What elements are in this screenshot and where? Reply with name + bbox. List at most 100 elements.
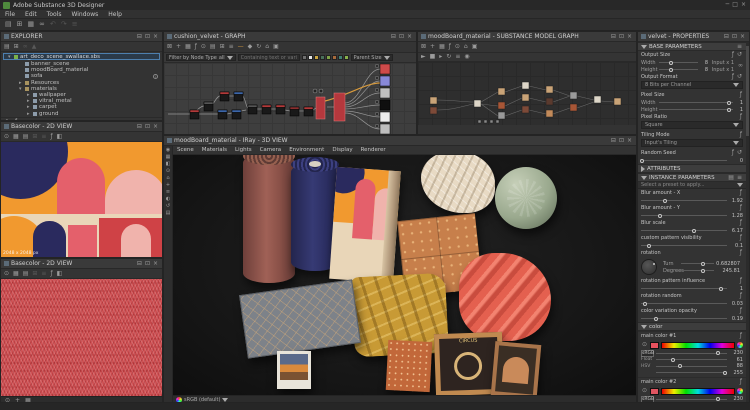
close-icon[interactable]: × (406, 34, 413, 40)
preset-icon[interactable]: ▤ (727, 175, 735, 181)
focus-home-icon[interactable]: ⌂ (264, 44, 270, 50)
function-icon[interactable]: ƒ (49, 134, 53, 140)
ground-icon[interactable]: ⌂ (165, 176, 170, 181)
dock-icon[interactable]: ⊟ (723, 34, 730, 40)
align-icon[interactable]: ≡ (228, 44, 235, 50)
publish-icon[interactable]: ▲ (31, 44, 38, 50)
dock-icon[interactable]: ⊟ (390, 34, 397, 40)
function-icon[interactable]: ƒ (739, 293, 743, 299)
position-icon[interactable]: + (14, 398, 21, 403)
close-icon[interactable]: × (739, 34, 746, 40)
node-color-filter-swatch[interactable] (332, 55, 337, 60)
refresh-icon[interactable]: ↻ (255, 44, 262, 50)
rotation-degrees-slider[interactable]: Degrees 245.81 (660, 267, 743, 274)
parameter-slider[interactable]: 0.19 (638, 315, 746, 322)
function-icon[interactable]: ƒ (739, 205, 743, 211)
parameter-slider[interactable]: 6.17 (638, 227, 746, 234)
float-icon[interactable]: ⊡ (144, 261, 151, 267)
function-icon[interactable]: ƒ (739, 220, 743, 226)
dock-icon[interactable]: ⊟ (136, 124, 143, 130)
model-graph-canvas[interactable] (418, 62, 636, 125)
function-icon[interactable]: ƒ (739, 190, 743, 196)
3d-view-menu-item[interactable]: Display (328, 147, 356, 153)
function-icon[interactable]: ƒ (739, 114, 743, 120)
camera-icon[interactable]: ◉ (165, 148, 171, 153)
color-wheel-icon[interactable] (737, 388, 743, 394)
close-icon[interactable]: × (152, 124, 159, 130)
select-tool-icon[interactable]: ⊠ (166, 44, 173, 50)
function-icon[interactable]: ƒ (731, 74, 735, 80)
3d-view-menu-item[interactable]: Materials (198, 147, 231, 153)
menu-item[interactable]: Tools (42, 11, 67, 18)
histogram-icon[interactable]: ≡ (40, 271, 47, 277)
open-file-icon[interactable]: ⊞ (16, 21, 24, 28)
search-icon[interactable]: ⊙ (200, 44, 207, 50)
pixel-height-slider[interactable]: Height 1 (638, 106, 746, 113)
snap-grid-icon[interactable]: ⊞ (219, 44, 226, 50)
compact-mode-icon[interactable]: ◆ (247, 44, 254, 50)
3d-view-menu-item[interactable]: Renderer (357, 147, 390, 153)
light-icon[interactable]: ⊙ (165, 169, 171, 174)
function-icon[interactable]: ƒ (731, 150, 735, 156)
redo-icon[interactable]: ↷ (60, 21, 68, 28)
function-icon[interactable]: ƒ (739, 308, 743, 314)
reset-view-icon[interactable]: ↺ (165, 204, 171, 209)
library-icon[interactable]: ▤ (209, 44, 217, 50)
display-settings-icon[interactable]: ≡ (165, 190, 171, 195)
hue-bar[interactable] (661, 342, 735, 349)
zoom-fit-icon[interactable]: ⊙ (3, 134, 10, 140)
node-color-filter-swatch[interactable] (320, 55, 325, 60)
node-color-filter-swatch[interactable] (338, 55, 343, 60)
zoom-fit-icon[interactable]: ⊙ (3, 271, 10, 277)
hue-bar[interactable] (661, 388, 735, 395)
2d-view-canvas-knit[interactable] (1, 279, 162, 396)
graph-search-input[interactable] (238, 54, 300, 61)
frame-icon[interactable]: ▦ (184, 44, 192, 50)
function-icon[interactable]: ƒ (739, 333, 743, 339)
play-icon[interactable]: ► (420, 54, 427, 60)
tiling-mode-dropdown[interactable]: Input's Tiling (641, 139, 743, 147)
focus-home-icon[interactable]: ⌂ (463, 44, 469, 50)
preset-dropdown[interactable]: Select a preset to apply... (638, 182, 746, 189)
float-icon[interactable]: ⊡ (618, 34, 625, 40)
output-height-slider[interactable]: Height 8 Input x 1 (638, 66, 737, 73)
function-icon[interactable]: ƒ (448, 44, 452, 50)
rotation-dial[interactable] (641, 259, 657, 275)
float-icon[interactable]: ⊡ (144, 34, 151, 40)
output-width-slider[interactable]: Width 8 Input x 1 (638, 59, 737, 66)
color-swatch[interactable] (650, 388, 659, 395)
function-icon[interactable]: ƒ (739, 250, 743, 256)
search-icon[interactable]: ⊙ (454, 44, 461, 50)
link-wh-icon[interactable]: ∞ (737, 63, 744, 69)
new-file-icon[interactable]: ▤ (4, 21, 13, 28)
background-icon[interactable]: ◧ (56, 271, 64, 277)
preferences-icon[interactable]: ≡ (71, 21, 79, 28)
list-icon[interactable]: ≡ (736, 175, 743, 181)
3d-view-menu-item[interactable]: Environment (285, 147, 328, 153)
maximize-icon[interactable]: □ (731, 2, 739, 8)
reset-icon[interactable]: ↺ (736, 150, 743, 156)
float-icon[interactable]: ⊡ (144, 124, 151, 130)
close-icon[interactable]: × (152, 261, 159, 267)
close-icon[interactable]: × (626, 138, 633, 144)
3d-view-menu-item[interactable]: Camera (256, 147, 286, 153)
new-package-icon[interactable]: ▤ (3, 44, 11, 50)
close-icon[interactable]: × (152, 34, 159, 40)
layers-icon[interactable]: ≡ (454, 54, 461, 60)
rotation-turn-slider[interactable]: Turn 0.682807 (660, 260, 743, 267)
menu-item[interactable]: Edit (20, 11, 42, 18)
parameter-slider[interactable]: 0.1 (638, 242, 746, 249)
color-picker-icon[interactable]: ⊙ (641, 388, 648, 394)
3d-view-menu-item[interactable]: Lights (231, 147, 256, 153)
color-swatch[interactable] (650, 342, 659, 349)
undo-icon[interactable]: ↶ (49, 21, 57, 28)
step-icon[interactable]: ▸ (438, 54, 443, 60)
image-icon[interactable]: ▦ (12, 134, 20, 140)
node-color-filter-swatch[interactable] (308, 55, 313, 60)
attributes-section[interactable]: ATTRIBUTES (638, 164, 746, 173)
background-icon[interactable]: ◧ (56, 134, 64, 140)
open-package-icon[interactable]: ⊞ (13, 44, 20, 50)
link-package-icon[interactable]: ∞ (22, 44, 29, 50)
parameter-slider[interactable]: 1.92 (638, 197, 746, 204)
color-wheel-icon[interactable] (737, 342, 743, 348)
